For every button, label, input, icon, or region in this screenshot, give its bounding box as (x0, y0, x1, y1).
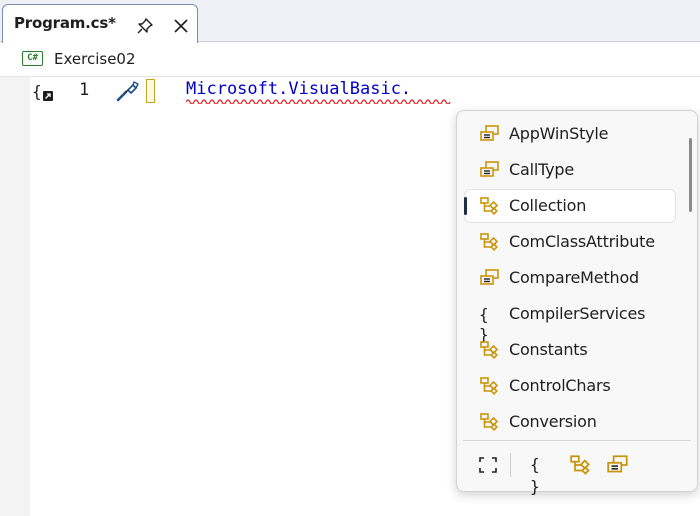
enum-icon (479, 160, 501, 180)
completion-item-label: Constants (509, 340, 588, 359)
scope-indicator-icon: { (32, 82, 53, 101)
line-number: 1 (79, 80, 90, 100)
completion-item[interactable]: AppWinStyle (457, 117, 689, 153)
selection-indicator (464, 197, 467, 215)
completion-item-label: CompareMethod (509, 268, 639, 287)
completion-item-label: CompilerServices (509, 304, 646, 323)
completion-item[interactable]: CompareMethod (457, 261, 689, 297)
completion-item[interactable]: { } CompilerServices (457, 297, 689, 344)
unsaved-change-marker (146, 79, 155, 103)
navigation-bar: C# Exercise02 (0, 43, 700, 77)
editor-left-margin (0, 77, 30, 516)
class-icon (479, 412, 501, 432)
enum-filter-icon[interactable] (606, 454, 630, 476)
project-dropdown[interactable]: Exercise02 (54, 50, 136, 68)
class-icon (479, 376, 501, 396)
expand-icon[interactable] (476, 454, 500, 476)
pin-icon[interactable] (136, 17, 154, 35)
completion-item[interactable]: Constants (457, 333, 689, 369)
csharp-project-icon: C# (22, 51, 43, 66)
enum-icon (479, 268, 501, 288)
document-tab-strip: Program.cs* (0, 0, 700, 43)
completion-item[interactable]: ControlChars (457, 369, 689, 405)
completion-item-label: ComClassAttribute (509, 232, 655, 251)
close-icon[interactable] (172, 17, 190, 35)
screwdriver-quick-action-icon[interactable] (115, 79, 139, 103)
completion-item-label: ControlChars (509, 376, 611, 395)
enum-icon (479, 124, 501, 144)
completion-item-label: Collection (509, 196, 587, 215)
error-squiggle (186, 99, 451, 104)
class-filter-icon[interactable] (569, 454, 593, 476)
completion-item[interactable]: Conversion (457, 405, 689, 441)
class-icon (479, 340, 501, 360)
completion-item[interactable]: ComClassAttribute (457, 225, 689, 261)
completion-item[interactable]: Collection (457, 189, 689, 225)
tab-title: Program.cs* (14, 14, 116, 32)
intellisense-completion-list[interactable]: AppWinStyle CallType Collection ComClassAtt… (456, 110, 698, 496)
tab-program-cs[interactable]: Program.cs* (2, 4, 198, 43)
namespace-filter-icon[interactable]: { } (530, 454, 554, 496)
completion-filter-bar: { } (463, 440, 691, 496)
namespace-icon: { } (479, 305, 490, 344)
completion-item-label: CallType (509, 160, 575, 179)
svg-text:{: { (32, 82, 42, 101)
code-text[interactable]: Microsoft.VisualBasic. (186, 79, 411, 99)
completion-item-label: AppWinStyle (509, 124, 609, 143)
class-icon (479, 196, 501, 216)
filter-separator (510, 453, 511, 477)
completion-item[interactable]: CallType (457, 153, 689, 189)
scrollbar-thumb[interactable] (689, 138, 692, 212)
class-icon (479, 232, 501, 252)
completion-items: AppWinStyle CallType Collection ComClassAtt… (457, 117, 689, 441)
completion-item-label: Conversion (509, 412, 597, 431)
